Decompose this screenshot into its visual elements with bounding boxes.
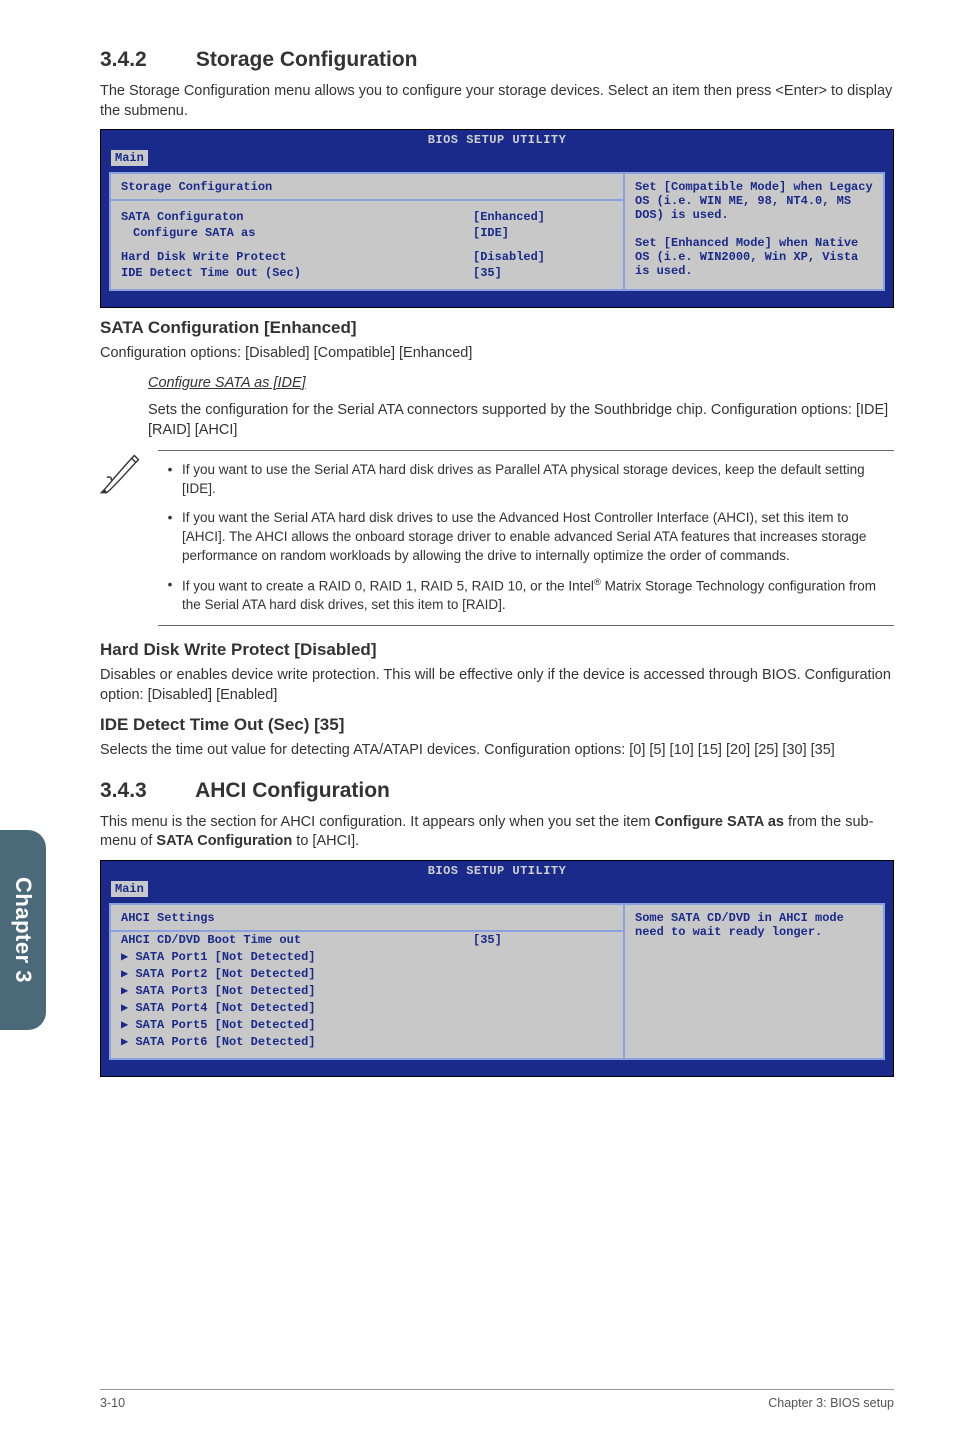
section-heading-342: 3.4.2 Storage Configuration [100, 48, 894, 72]
bios-setting-row[interactable]: AHCI CD/DVD Boot Time out[35] [111, 932, 623, 948]
section-title: Storage Configuration [196, 48, 418, 71]
subhead-configure-sata-as: Configure SATA as [IDE] [148, 374, 894, 394]
bios-setting-value [473, 1017, 613, 1032]
bios-help-panel: Set [Compatible Mode] when Legacy OS (i.… [625, 172, 885, 291]
chapter-side-tab-text: Chapter 3 [10, 877, 36, 983]
bios-setting-value: [Disabled] [473, 250, 613, 264]
bios-submenu-row[interactable]: SATA Port4 [Not Detected] [111, 999, 623, 1016]
text-sata-conf-options: Configuration options: [Disabled] [Compa… [100, 344, 894, 364]
bios-setting-key: SATA Port4 [Not Detected] [121, 1000, 473, 1015]
page-footer: 3-10 Chapter 3: BIOS setup [100, 1389, 894, 1410]
section-number: 3.4.2 [100, 48, 190, 72]
chapter-side-tab: Chapter 3 [0, 830, 46, 1030]
bios-setting-value: [35] [473, 933, 613, 947]
note-block: •If you want to use the Serial ATA hard … [100, 450, 894, 626]
bios-setting-row[interactable]: SATA Configuraton[Enhanced] [111, 209, 623, 225]
bios-setting-key: SATA Port1 [Not Detected] [121, 949, 473, 964]
bios-setting-key: SATA Configuraton [121, 210, 473, 224]
bios-setting-row[interactable]: Hard Disk Write Protect[Disabled] [111, 249, 623, 265]
bios-submenu-row[interactable]: SATA Port6 [Not Detected] [111, 1033, 623, 1050]
bios-setting-row[interactable]: Configure SATA as[IDE] [111, 225, 623, 241]
bios-setting-value [473, 966, 613, 981]
footer-chapter-label: Chapter 3: BIOS setup [768, 1396, 894, 1410]
section-title-343: AHCI Configuration [195, 779, 390, 802]
bios-submenu-row[interactable]: SATA Port5 [Not Detected] [111, 1016, 623, 1033]
bios-left-panel: Storage Configuration SATA Configuraton[… [109, 172, 625, 291]
bios-panel-ahci: BIOS SETUP UTILITY Main AHCI Settings AH… [100, 860, 894, 1077]
bios-submenu-row[interactable]: SATA Port2 [Not Detected] [111, 965, 623, 982]
bios-setting-value [473, 983, 613, 998]
note-item-3: If you want to create a RAID 0, RAID 1, … [182, 576, 894, 615]
bios-tab-bar: Main [101, 148, 893, 172]
bios-tab-main-2[interactable]: Main [111, 881, 148, 897]
bios-setting-value [473, 1034, 613, 1049]
bios-setting-value [473, 949, 613, 964]
heading-hdwp: Hard Disk Write Protect [Disabled] [100, 640, 894, 660]
bios-submenu-row[interactable]: SATA Port3 [Not Detected] [111, 982, 623, 999]
bios-dash-divider-2: — — — — — — — — — — — — — — — — — — — — … [101, 1060, 893, 1070]
pencil-icon [100, 450, 144, 499]
bios-group-title: Storage Configuration [111, 180, 623, 201]
bios-group-title-2: AHCI Settings [111, 911, 623, 932]
bios-setting-key: SATA Port6 [Not Detected] [121, 1034, 473, 1049]
bios-help-panel-2: Some SATA CD/DVD in AHCI mode need to wa… [625, 903, 885, 1060]
note-item-2: If you want the Serial ATA hard disk dri… [182, 509, 894, 566]
note-content: •If you want to use the Serial ATA hard … [158, 450, 894, 626]
bios-setting-key: Configure SATA as [133, 226, 473, 240]
bios-setting-value: [35] [473, 266, 613, 280]
section-intro-343: This menu is the section for AHCI config… [100, 813, 894, 852]
text-hdwp: Disables or enables device write protect… [100, 666, 894, 705]
bios-setting-key: IDE Detect Time Out (Sec) [121, 266, 473, 280]
bios-setting-key: AHCI CD/DVD Boot Time out [121, 933, 473, 947]
bios-tab-main[interactable]: Main [111, 150, 148, 166]
bios-tab-bar-2: Main [101, 879, 893, 903]
bios-setting-value [473, 1000, 613, 1015]
bios-setting-key: SATA Port2 [Not Detected] [121, 966, 473, 981]
note-item-1: If you want to use the Serial ATA hard d… [182, 461, 894, 499]
heading-ide-timeout: IDE Detect Time Out (Sec) [35] [100, 715, 894, 735]
bios-setting-value: [Enhanced] [473, 210, 613, 224]
bios-title: BIOS SETUP UTILITY [101, 130, 893, 148]
bios-setting-key: SATA Port3 [Not Detected] [121, 983, 473, 998]
page-number: 3-10 [100, 1396, 125, 1410]
text-configure-sata-as-body: Sets the configuration for the Serial AT… [148, 401, 894, 440]
section-number-343: 3.4.3 [100, 779, 190, 803]
bios-submenu-row[interactable]: SATA Port1 [Not Detected] [111, 948, 623, 965]
section-intro-342: The Storage Configuration menu allows yo… [100, 82, 894, 121]
heading-sata-configuration: SATA Configuration [Enhanced] [100, 318, 894, 338]
bios-setting-key: Hard Disk Write Protect [121, 250, 473, 264]
bios-setting-value: [IDE] [473, 226, 613, 240]
bios-panel-storage: BIOS SETUP UTILITY Main Storage Configur… [100, 129, 894, 308]
bios-setting-key: SATA Port5 [Not Detected] [121, 1017, 473, 1032]
bios-dash-divider: — — — — — — — — — — — — — — — — — — — — … [101, 291, 893, 301]
bios-title-2: BIOS SETUP UTILITY [101, 861, 893, 879]
bios-left-panel-2: AHCI Settings AHCI CD/DVD Boot Time out[… [109, 903, 625, 1060]
section-heading-343: 3.4.3 AHCI Configuration [100, 779, 894, 803]
text-ide-timeout: Selects the time out value for detecting… [100, 741, 894, 761]
bios-setting-row[interactable]: IDE Detect Time Out (Sec)[35] [111, 265, 623, 281]
